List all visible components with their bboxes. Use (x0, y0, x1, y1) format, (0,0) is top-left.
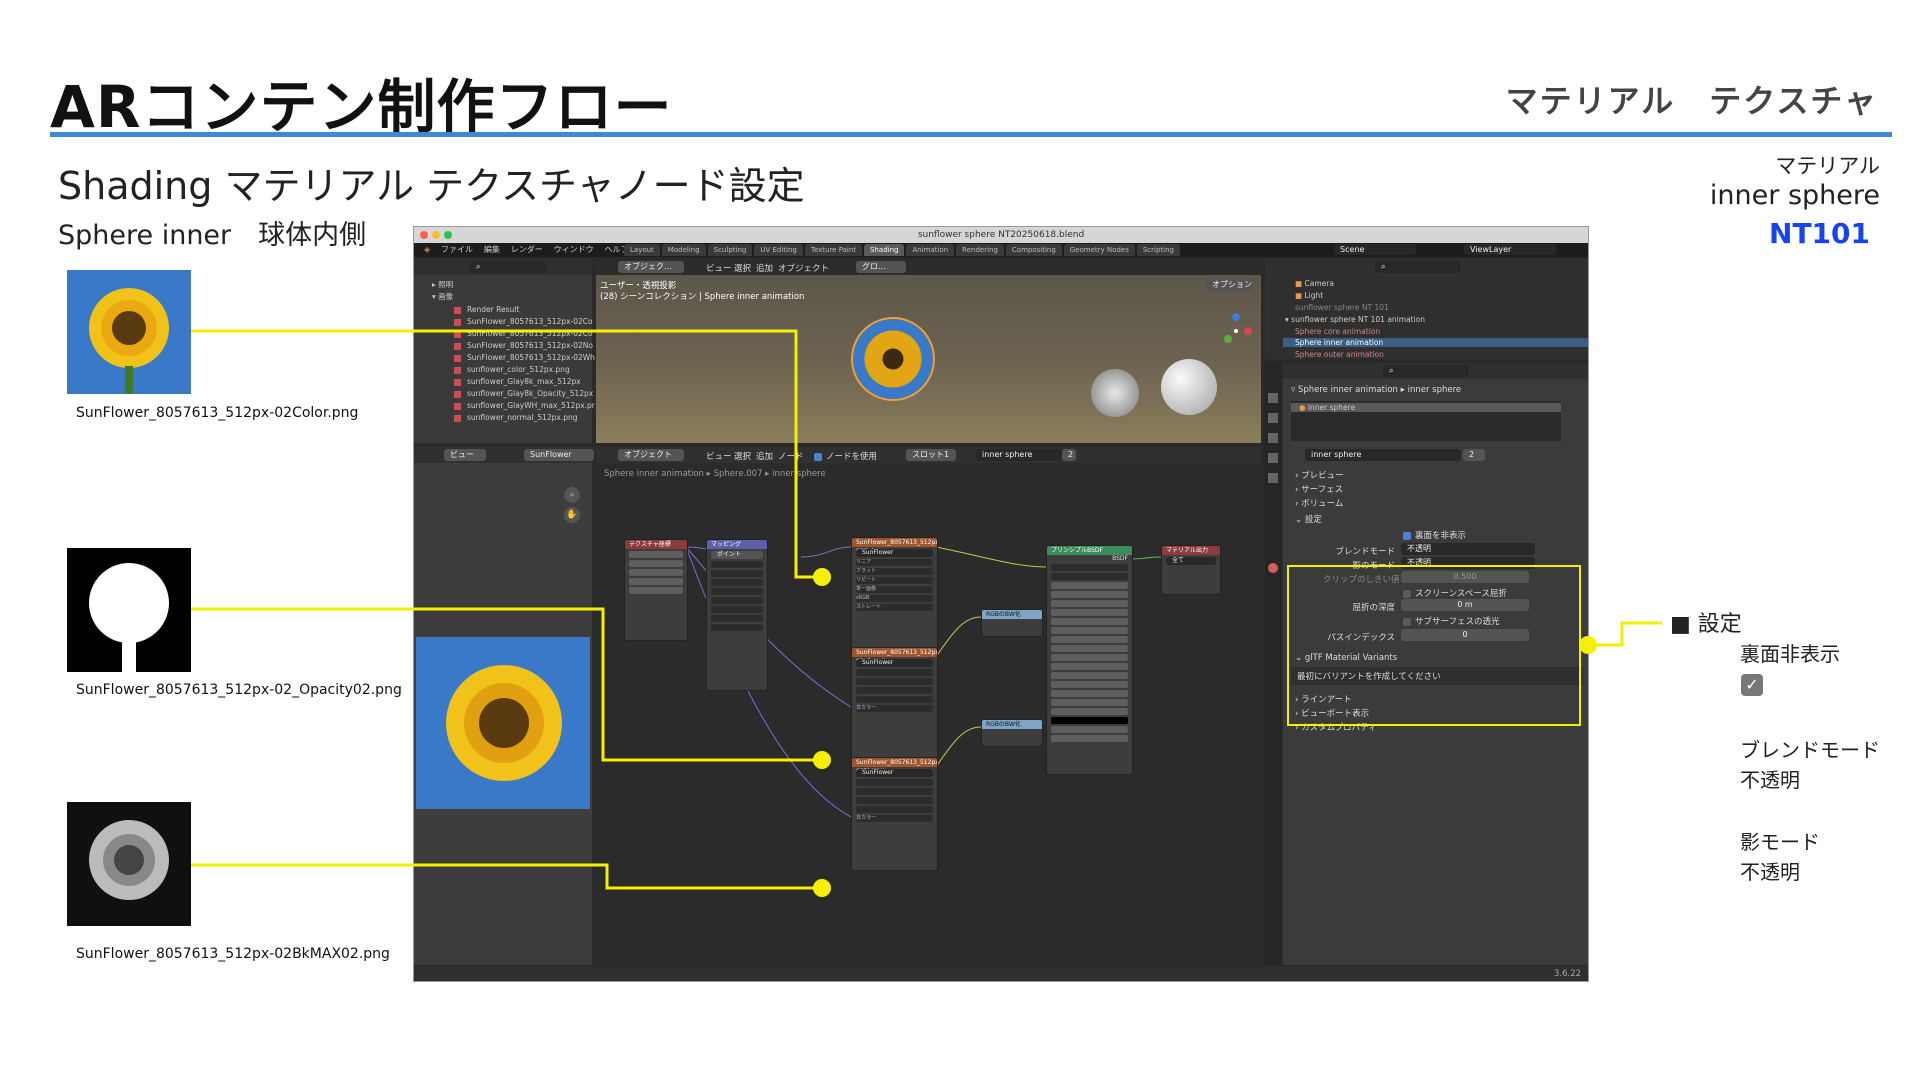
notes-shadow-label: 影モード (1740, 830, 1820, 854)
settings-highlight-box (1287, 565, 1581, 726)
notes-shadow-value: 不透明 (1740, 860, 1800, 884)
checkbox-checked-icon: ✓ (1741, 674, 1763, 696)
notes-heading: ■ 設定 (1670, 612, 1742, 637)
callout-lines (191, 329, 1662, 897)
notes-backface: 裏面非表示 (1740, 642, 1840, 666)
notes-blend-value: 不透明 (1740, 768, 1800, 792)
notes-blend-label: ブレンドモード (1740, 738, 1880, 762)
